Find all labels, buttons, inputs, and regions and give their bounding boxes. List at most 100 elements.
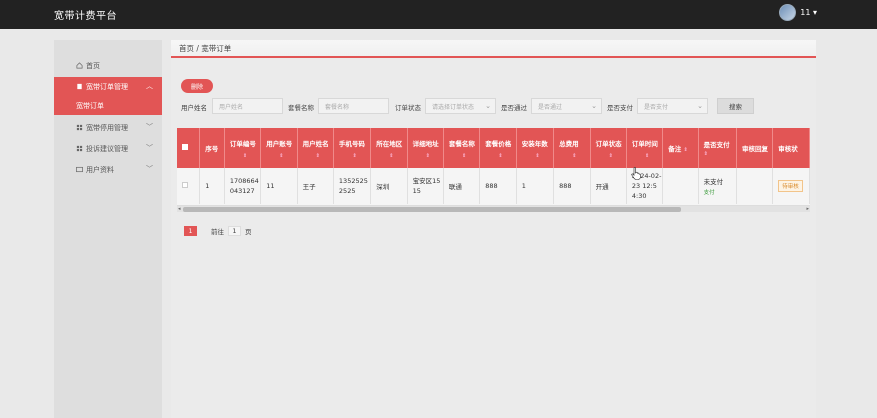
filter-label-package-name: 套餐名称: [288, 104, 314, 112]
delete-button[interactable]: 删除: [181, 79, 213, 93]
sidebar-item-label: 首页: [86, 62, 100, 70]
cell-region: 深圳: [370, 168, 408, 204]
cell-package: 联通: [443, 168, 481, 204]
cell-years: 1: [516, 168, 555, 204]
column-header[interactable]: 套餐名称 ⇕: [443, 128, 481, 168]
page-label: 页: [245, 228, 252, 236]
chevron-down-icon: ⌄: [485, 102, 491, 110]
sort-icon[interactable]: ⇕: [266, 153, 296, 159]
cell-name: 王子: [297, 168, 334, 204]
user-name-input[interactable]: 用户姓名: [212, 98, 283, 114]
column-header[interactable]: 总费用 ⇕: [553, 128, 591, 168]
sidebar-item-home[interactable]: 首页: [54, 56, 162, 76]
sidebar-item-user-profile[interactable]: 用户资料 ﹀: [54, 160, 162, 180]
sort-icon[interactable]: ⇕: [339, 153, 370, 159]
sort-icon[interactable]: ⇕: [522, 153, 553, 159]
row-checkbox[interactable]: [182, 182, 188, 188]
user-name[interactable]: 11 ▾: [800, 8, 817, 17]
column-header[interactable]: 用户姓名 ⇕: [297, 128, 334, 168]
main-content: 首页 / 宽带订单 删除 用户姓名 用户姓名 套餐名称 套餐名称 订单状态 请选…: [171, 40, 816, 418]
column-header[interactable]: 所在地区 ⇕: [370, 128, 408, 168]
column-header[interactable]: 详细地址 ⇕: [407, 128, 444, 168]
column-header[interactable]: 订单状态 ⇕: [590, 128, 627, 168]
document-icon: [77, 83, 82, 90]
filter-label-paid: 是否支付: [607, 104, 633, 112]
scroll-left-icon[interactable]: ◂: [178, 206, 181, 212]
page-input[interactable]: 1: [228, 226, 241, 236]
search-button[interactable]: 搜索: [717, 98, 754, 114]
grid-icon: [76, 145, 83, 152]
filter-label-approved: 是否通过: [501, 104, 527, 112]
pagination: 1 前往 1 页: [184, 226, 252, 236]
app-title: 宽带计费平台: [54, 11, 117, 22]
column-header: 审核回复: [736, 128, 774, 168]
column-header: 审核状: [772, 128, 810, 168]
sidebar-item-order-management[interactable]: 宽带订单管理 ︿: [54, 77, 162, 97]
sidebar-item-broadband-order[interactable]: 宽带订单: [54, 97, 162, 115]
column-header[interactable]: 订单时间 ⇕: [626, 128, 664, 168]
sort-icon[interactable]: ⇕: [596, 153, 626, 159]
user-menu[interactable]: 11 ▾: [779, 4, 817, 21]
column-header[interactable]: 订单编号 ⇕: [224, 128, 262, 168]
column-header[interactable]: 安装年数 ⇕: [516, 128, 555, 168]
sort-icon[interactable]: ⇕: [559, 153, 590, 159]
page-current[interactable]: 1: [184, 226, 197, 236]
sort-icon[interactable]: ⇕: [376, 153, 406, 159]
approved-select[interactable]: 是否通过 ⌄: [531, 98, 602, 114]
column-header[interactable]: 手机号码 ⇕: [333, 128, 372, 168]
sort-icon[interactable]: ⇕: [303, 153, 333, 159]
cell-index: 1: [199, 168, 225, 204]
chevron-down-icon: ﹀: [146, 144, 153, 152]
select-all-header[interactable]: [177, 128, 201, 168]
sidebar-item-label: 投诉建议管理: [86, 145, 128, 153]
column-header[interactable]: 用户账号 ⇕: [260, 128, 298, 168]
mouse-cursor-icon: [631, 167, 641, 180]
sort-icon[interactable]: ⇕: [485, 153, 516, 159]
chevron-down-icon: ﹀: [146, 123, 153, 131]
filter-label-order-status: 订单状态: [395, 104, 421, 112]
review-state-tag[interactable]: 待审核: [778, 180, 803, 192]
approved-placeholder: 是否通过: [538, 103, 563, 111]
chevron-up-icon: ︿: [146, 82, 153, 90]
horizontal-scrollbar[interactable]: ◂ ▸: [177, 205, 810, 212]
sort-icon[interactable]: ⇕: [704, 151, 708, 157]
chevron-down-icon: ⌄: [591, 102, 597, 110]
chevron-down-icon: ⌄: [697, 102, 703, 110]
select-all-checkbox[interactable]: [182, 144, 188, 150]
column-header[interactable]: 备注 ⇕: [662, 128, 699, 168]
cell-price: 888: [479, 168, 517, 204]
pay-button[interactable]: 支付: [704, 188, 736, 196]
column-header: 序号: [199, 128, 225, 168]
sort-icon[interactable]: ⇕: [230, 153, 260, 159]
sort-icon[interactable]: ⇕: [684, 147, 688, 153]
sort-icon[interactable]: ⇕: [632, 153, 662, 159]
avatar[interactable]: [779, 4, 797, 21]
sidebar-item-suspend-management[interactable]: 宽带停用管理 ﹀: [54, 118, 162, 138]
top-navbar: 宽带计费平台 11 ▾: [0, 0, 877, 29]
pay-status: 未支付: [703, 178, 724, 186]
grid-icon: [76, 124, 83, 131]
sidebar-item-complaints[interactable]: 投诉建议管理 ﹀: [54, 139, 162, 159]
paid-select[interactable]: 是否支付 ⌄: [637, 98, 708, 114]
column-header[interactable]: 是否支付 ⇕: [698, 128, 737, 168]
orders-table: 序号 订单编号 ⇕ 用户账号 ⇕ 用户姓名 ⇕ 手机号码 ⇕ 所在地区 ⇕ 详细地址 ⇕ 套…: [177, 128, 810, 211]
chevron-down-icon: ﹀: [146, 165, 153, 173]
row-select[interactable]: [177, 168, 201, 204]
sidebar: 首页 宽带订单管理 ︿ 宽带订单 宽带停用管理 ﹀ 投诉建议管理 ﹀ 用户资料 …: [54, 40, 162, 418]
cell-review-state: 待审核: [772, 168, 810, 204]
paid-placeholder: 是否支付: [644, 103, 669, 111]
table-row[interactable]: 1 1708664043127 11 王子 13525252525 深圳 宝安区…: [177, 168, 810, 204]
cell-address: 宝安区1515: [407, 168, 444, 204]
sort-icon[interactable]: ⇕: [449, 153, 479, 159]
sidebar-item-label: 宽带停用管理: [86, 124, 128, 132]
column-header[interactable]: 套餐价格 ⇕: [479, 128, 517, 168]
filter-label-user-name: 用户姓名: [181, 104, 207, 112]
breadcrumb: 首页 / 宽带订单: [171, 40, 816, 58]
sidebar-item-label: 用户资料: [86, 166, 114, 174]
scrollbar-thumb[interactable]: [183, 207, 681, 212]
scroll-right-icon[interactable]: ▸: [806, 206, 809, 212]
cell-review-reply: [736, 168, 774, 204]
sort-icon[interactable]: ⇕: [413, 153, 443, 159]
package-name-input[interactable]: 套餐名称: [318, 98, 389, 114]
order-status-select[interactable]: 请选择订单状态 ⌄: [425, 98, 496, 114]
